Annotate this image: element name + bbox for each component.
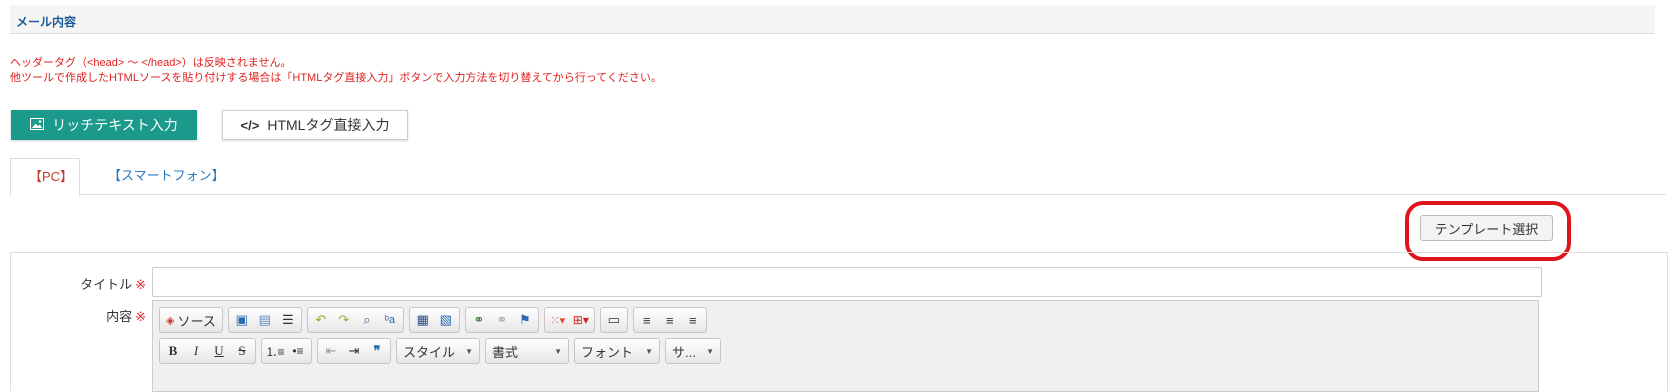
- source-label: ソース: [177, 313, 216, 329]
- link-icon[interactable]: ⚭: [469, 310, 489, 330]
- select-all-icon[interactable]: ▦: [413, 310, 433, 330]
- bulleted-list-icon[interactable]: •≡: [288, 341, 308, 361]
- style-dropdown-label: スタイル: [403, 344, 456, 360]
- tab-smartphone[interactable]: 【スマートフォン】: [90, 158, 243, 194]
- save-icon[interactable]: ▣: [232, 310, 252, 330]
- toolbar-group-format: B I U S: [159, 338, 256, 364]
- size-dropdown[interactable]: サ... ▼: [665, 338, 721, 364]
- rich-text-label: リッチテキスト入力: [52, 117, 178, 133]
- html-direct-label: HTMLタグ直接入力: [267, 117, 390, 133]
- toolbar-group-media: ▦ ▧: [408, 307, 460, 333]
- rich-text-button[interactable]: リッチテキスト入力: [11, 110, 197, 140]
- numbered-list-icon[interactable]: ⒈≡: [265, 341, 285, 361]
- strikethrough-icon[interactable]: S: [232, 341, 252, 361]
- toolbar-group-doc: ▣ ▤ ☰: [227, 307, 302, 333]
- toolbar-row-1: ◈ ソース ▣ ▤ ☰ ↶ ↷ ⌕ ᵇa ▦ ▧ ⚭ ⚭ ⚑ ⁙▾ ⊞▾ ▭ ≡…: [159, 307, 707, 333]
- align-left-icon[interactable]: ≡: [637, 310, 657, 330]
- source-icon: ◈: [166, 314, 175, 327]
- code-icon: </>: [240, 117, 260, 133]
- templates-icon[interactable]: ☰: [278, 310, 298, 330]
- anchor-flag-icon[interactable]: ⚑: [515, 310, 535, 330]
- new-page-icon[interactable]: ▤: [255, 310, 275, 330]
- rich-text-editor: ◈ ソース ▣ ▤ ☰ ↶ ↷ ⌕ ᵇa ▦ ▧ ⚭ ⚭ ⚑ ⁙▾ ⊞▾ ▭ ≡…: [152, 300, 1539, 392]
- chevron-down-icon: ▼: [645, 346, 653, 356]
- indent-icon[interactable]: ⇥: [344, 341, 364, 361]
- device-tabs: 【PC】 【スマートフォン】: [10, 158, 1666, 196]
- section-title: メール内容: [16, 15, 77, 29]
- toolbar-group-list: ⒈≡ •≡: [261, 338, 312, 364]
- chevron-down-icon: ▼: [554, 346, 562, 356]
- blockquote-icon[interactable]: ❞: [367, 341, 387, 361]
- notice-line-2: 他ツールで作成したHTMLソースを貼り付けする場合は「HTMLタグ直接入力」ボタ…: [10, 72, 662, 84]
- find-icon[interactable]: ⌕: [357, 310, 377, 330]
- image-icon: [30, 117, 45, 133]
- template-select-button[interactable]: テンプレート選択: [1420, 215, 1553, 241]
- underline-icon[interactable]: U: [209, 341, 229, 361]
- toolbar-group-indent: ⇤ ⇥ ❞: [317, 338, 391, 364]
- title-label: タイトル: [80, 277, 133, 292]
- format-dropdown-label: 書式: [492, 344, 519, 360]
- required-mark: ※: [135, 309, 146, 324]
- font-dropdown[interactable]: フォント ▼: [574, 338, 660, 364]
- notice-line-1: ヘッダータグ（<head> ～ </head>）は反映されません。: [10, 57, 292, 69]
- content-label-row: 内容 ※: [60, 306, 146, 325]
- chevron-down-icon: ▼: [706, 346, 714, 356]
- show-blocks-icon[interactable]: ▭: [604, 310, 624, 330]
- toolbar-group-source: ◈ ソース: [159, 307, 223, 333]
- table-icon[interactable]: ⊞▾: [571, 310, 591, 330]
- unlink-icon[interactable]: ⚭: [492, 310, 512, 330]
- color-palette-icon[interactable]: ⁙▾: [548, 310, 568, 330]
- font-dropdown-label: フォント: [581, 344, 634, 360]
- chevron-down-icon: ▼: [465, 346, 473, 356]
- content-label: 内容: [106, 309, 133, 324]
- section-header: メール内容: [10, 5, 1655, 34]
- bold-icon[interactable]: B: [163, 341, 183, 361]
- title-label-row: タイトル ※: [60, 274, 146, 293]
- toolbar-group-color: ⁙▾ ⊞▾: [543, 307, 595, 333]
- outdent-icon[interactable]: ⇤: [321, 341, 341, 361]
- html-direct-button[interactable]: </> HTMLタグ直接入力: [222, 110, 408, 140]
- toolbar-group-link: ⚭ ⚭ ⚑: [464, 307, 539, 333]
- toolbar-row-2: B I U S ⒈≡ •≡ ⇤ ⇥ ❞ スタイル ▼ 書式 ▼ フォント ▼ サ...…: [159, 338, 721, 364]
- tab-pc[interactable]: 【PC】: [10, 158, 80, 196]
- notice-text: ヘッダータグ（<head> ～ </head>）は反映されません。 他ツールで作…: [10, 56, 662, 86]
- align-center-icon[interactable]: ≡: [660, 310, 680, 330]
- title-input[interactable]: [152, 267, 1542, 297]
- toolbar-group-align: ≡ ≡ ≡: [632, 307, 707, 333]
- redo-icon[interactable]: ↷: [334, 310, 354, 330]
- toolbar-group-block: ▭: [599, 307, 628, 333]
- replace-icon[interactable]: ᵇa: [380, 310, 400, 330]
- required-mark: ※: [135, 277, 146, 292]
- source-button[interactable]: ◈ ソース: [163, 310, 219, 330]
- style-dropdown[interactable]: スタイル ▼: [396, 338, 480, 364]
- align-right-icon[interactable]: ≡: [683, 310, 703, 330]
- size-dropdown-label: サ...: [672, 344, 696, 360]
- toolbar-group-undo: ↶ ↷ ⌕ ᵇa: [306, 307, 404, 333]
- undo-icon[interactable]: ↶: [311, 310, 331, 330]
- format-dropdown[interactable]: 書式 ▼: [485, 338, 569, 364]
- image-insert-icon[interactable]: ▧: [436, 310, 456, 330]
- italic-icon[interactable]: I: [186, 341, 206, 361]
